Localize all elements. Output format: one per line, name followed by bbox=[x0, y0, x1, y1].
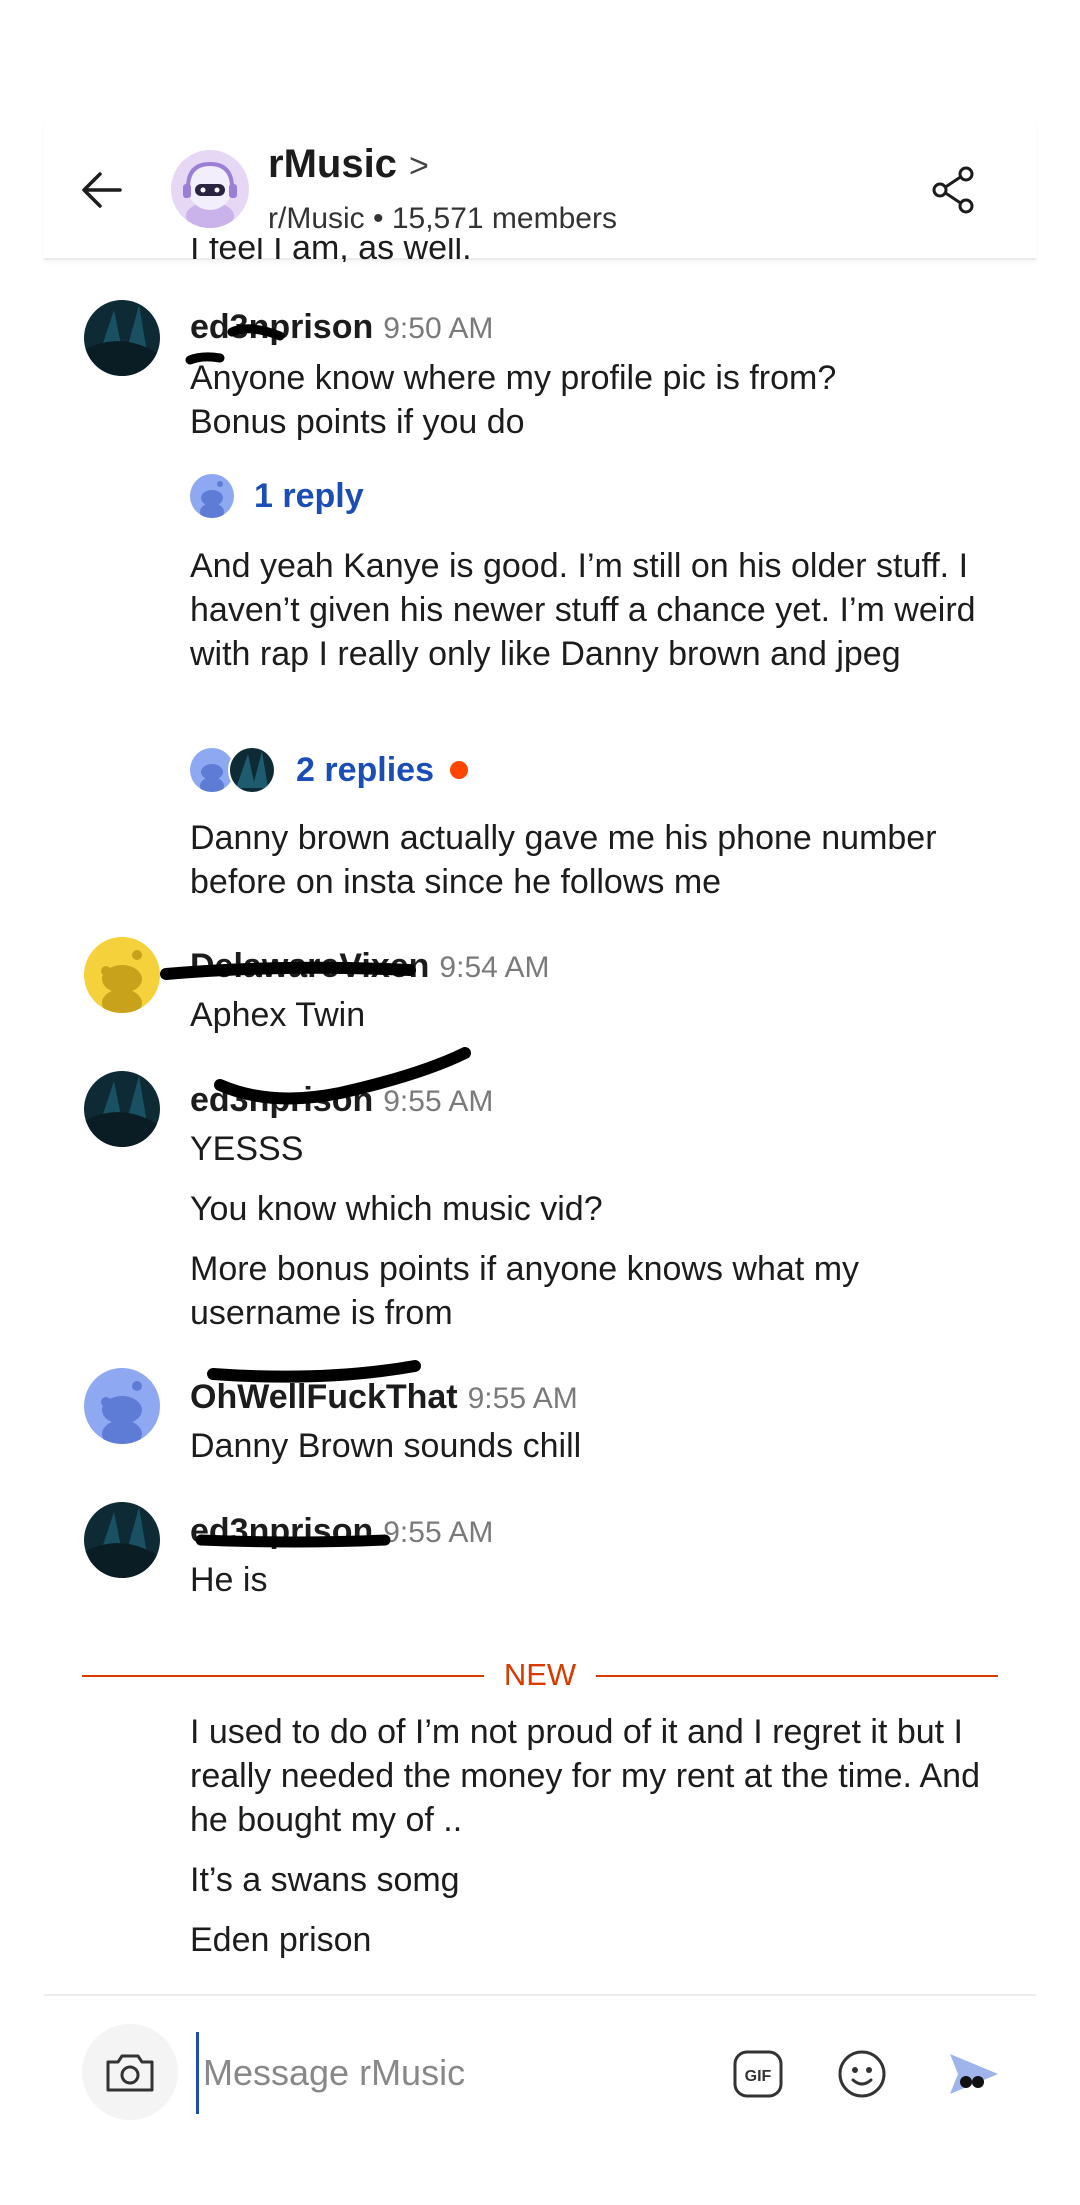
avatar[interactable] bbox=[84, 1071, 160, 1147]
replies-link[interactable]: 1 reply bbox=[190, 474, 364, 518]
message-text: He is bbox=[190, 1561, 268, 1599]
message-text: Aphex Twin bbox=[190, 996, 366, 1034]
message-text: It’s a swans somg bbox=[190, 1861, 460, 1899]
svg-text:GIF: GIF bbox=[745, 2068, 772, 2085]
community-title[interactable]: rMusic > bbox=[268, 142, 429, 187]
snoo-avatar-icon bbox=[190, 474, 234, 518]
chevron-right-icon: > bbox=[408, 147, 429, 185]
message-composer: GIF bbox=[44, 1994, 1036, 2156]
message-text: Eden prison bbox=[190, 1921, 372, 1959]
avatar[interactable] bbox=[84, 1368, 160, 1444]
redaction-scribble bbox=[160, 961, 416, 980]
message-text: I used to do of I’m not proud of it and … bbox=[190, 1713, 980, 1839]
message-text: Danny brown actually gave me his phone n… bbox=[190, 819, 937, 901]
send-icon bbox=[950, 2054, 998, 2094]
send-button[interactable] bbox=[944, 2044, 1004, 2104]
message-text: More bonus points if anyone knows what m… bbox=[190, 1250, 860, 1332]
message-input[interactable] bbox=[196, 2032, 725, 2114]
message-text: Anyone know where my profile pic is from… bbox=[190, 359, 837, 441]
message-text: And yeah Kanye is good. I’m still on his… bbox=[190, 547, 976, 673]
message-time: 9:54 AM bbox=[439, 951, 550, 984]
share-icon[interactable] bbox=[926, 162, 982, 218]
message-text: YESSS bbox=[190, 1130, 304, 1168]
new-messages-divider: NEW bbox=[82, 1655, 998, 1699]
camera-button[interactable] bbox=[82, 2024, 178, 2120]
unread-dot bbox=[449, 761, 468, 779]
message-time: 9:55 AM bbox=[467, 1382, 578, 1415]
message-time: 9:50 AM bbox=[383, 312, 494, 345]
message-text: You know which music vid? bbox=[190, 1190, 603, 1228]
redaction-scribble bbox=[214, 1047, 471, 1105]
emoji-icon bbox=[838, 2050, 886, 2098]
gif-button[interactable]: GIF bbox=[730, 2046, 786, 2102]
redaction-scribble bbox=[195, 1534, 391, 1548]
redaction-scribble bbox=[185, 324, 285, 365]
message-text: Danny Brown sounds chill bbox=[190, 1427, 582, 1465]
avatar[interactable] bbox=[84, 1502, 160, 1578]
cutoff-message-text: I feel I am, as well. bbox=[190, 238, 472, 262]
message-time: 9:55 AM bbox=[383, 1516, 494, 1549]
community-avatar[interactable] bbox=[171, 150, 249, 228]
gif-icon: GIF bbox=[733, 2050, 783, 2098]
avatar[interactable] bbox=[84, 300, 160, 376]
redaction-scribble bbox=[207, 1360, 421, 1383]
avatar bbox=[228, 746, 276, 794]
community-subtitle: r/Music • 15,571 members bbox=[268, 202, 617, 235]
camera-icon bbox=[106, 2054, 154, 2092]
emoji-button[interactable] bbox=[834, 2046, 890, 2102]
replies-link[interactable]: 2 replies bbox=[190, 746, 468, 794]
back-arrow-icon[interactable] bbox=[76, 162, 132, 218]
avatar[interactable] bbox=[84, 937, 160, 1013]
